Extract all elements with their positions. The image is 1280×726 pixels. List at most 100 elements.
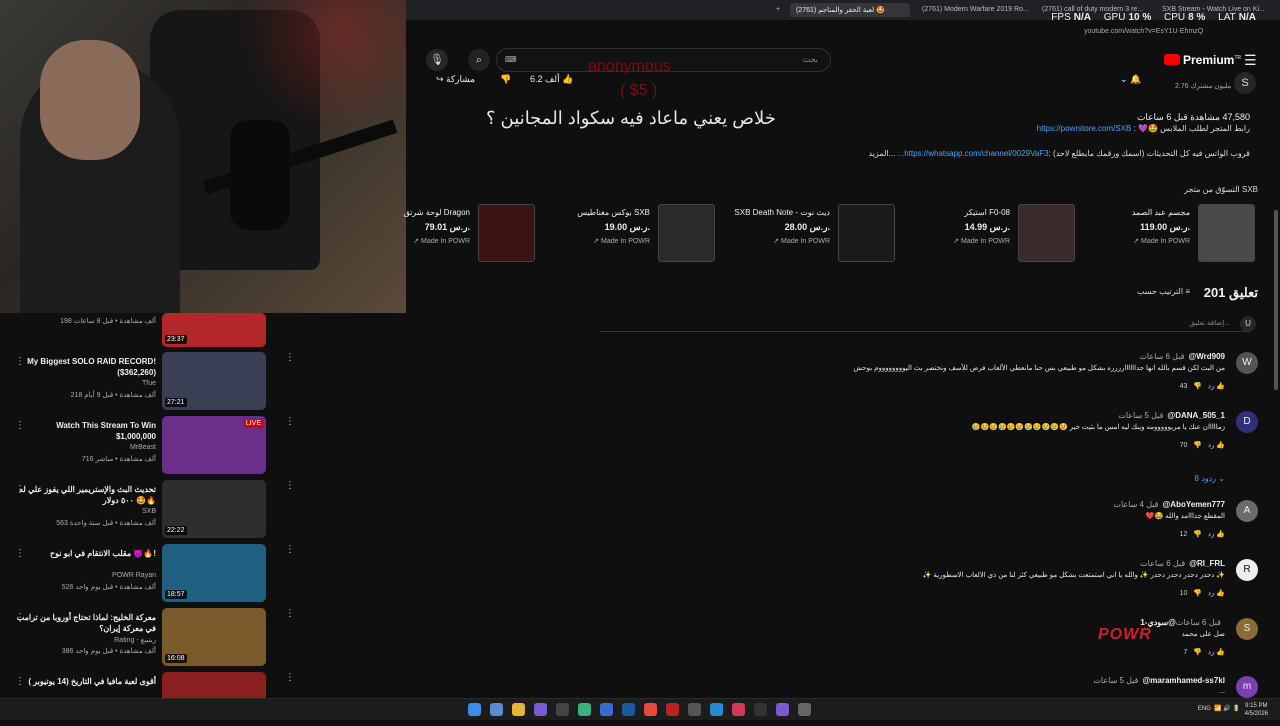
- capcut-icon[interactable]: [754, 703, 767, 716]
- desc-text-2: قروب الواتس فيه كل التحديثات (اسمك ورقمك…: [1048, 149, 1250, 158]
- video-views: 47,580 مشاهدة قبل 6 ساعات: [1136, 112, 1250, 122]
- video-duration: 16:08: [165, 654, 187, 663]
- more-options-icon[interactable]: ⋮: [15, 484, 25, 495]
- more-options-icon[interactable]: ⋮: [15, 612, 25, 623]
- fps-value: N/A: [1073, 12, 1091, 23]
- app-icon[interactable]: [578, 703, 591, 716]
- reply-button[interactable]: رد: [1208, 531, 1215, 538]
- store-link[interactable]: https://powrstore.com/SXB: [1037, 124, 1132, 133]
- video-meta: 218 ألف مشاهدة • قبل 9 أيام: [70, 392, 156, 399]
- comment-author[interactable]: قبل 5 ساعات @maramhamed-ss7kl: [1093, 676, 1225, 685]
- subscribe-dropdown[interactable]: ⌄ 🔔: [1120, 74, 1141, 90]
- more-options-icon[interactable]: ⋮: [15, 676, 25, 687]
- more-options-icon[interactable]: ⋮: [15, 356, 25, 367]
- app-icon[interactable]: [600, 703, 613, 716]
- avatar[interactable]: A: [1236, 500, 1258, 522]
- avatar[interactable]: D: [1236, 411, 1258, 433]
- app-icon[interactable]: [688, 703, 701, 716]
- keyboard-icon[interactable]: ⌨: [505, 55, 517, 64]
- reply-button[interactable]: رد: [1208, 383, 1215, 390]
- product-thumbnail: [658, 204, 715, 262]
- description-line-1: رابط المتجر لطلب الملابس 🤩💜 : https://po…: [1037, 124, 1250, 133]
- more-options-icon[interactable]: ⋮: [15, 548, 25, 559]
- comment-body: صل على محمد: [1181, 631, 1225, 638]
- terminal-icon[interactable]: [556, 703, 569, 716]
- comment-author[interactable]: قبل 5 ساعات @DANA_505_1: [1118, 411, 1225, 420]
- reply-button[interactable]: رد: [1208, 442, 1215, 449]
- add-comment-input[interactable]: إضافة تعليق...: [1189, 319, 1230, 327]
- avatar[interactable]: W: [1236, 352, 1258, 374]
- new-tab-button[interactable]: +: [770, 3, 786, 17]
- recommended-video[interactable]: 16:08 معركة الخليج: لماذا تحتاج أوروبا م…: [0, 608, 296, 668]
- product-thumbnail: [1198, 204, 1255, 262]
- more-options-icon[interactable]: ⋮: [285, 608, 295, 619]
- product-card[interactable]: استيكر F0-08 14.99 ر.س. ↗ Made In POWR: [900, 204, 1075, 262]
- product-card[interactable]: SXB Death Note - ديث نوت 28.00 ر.س. ↗ Ma…: [720, 204, 895, 262]
- settings-icon[interactable]: [798, 703, 811, 716]
- video-title: Watch This Stream To Win $1,000,000: [56, 421, 156, 441]
- recommended-video[interactable]: أقوى لعبة مافيا في التاريخ (14 يوتيوبر )…: [0, 672, 296, 698]
- sort-button[interactable]: الترتيب حسب ≡: [1137, 287, 1190, 296]
- comment-author[interactable]: قبل 6 ساعات@سودي-1: [1140, 618, 1225, 627]
- recommended-video[interactable]: 18:57 مقلب الانتقام في ابو نوح 😈🔥! POWR …: [0, 544, 296, 604]
- app-icon[interactable]: [732, 703, 745, 716]
- tab-mw2019[interactable]: (2761) Modern Warfare 2019 Ro...: [916, 3, 1036, 17]
- share-button[interactable]: ↪ مشاركة: [436, 74, 475, 90]
- more-options-icon[interactable]: ⋮: [285, 416, 295, 427]
- recommended-video[interactable]: 22:22 تحديث البث والإستريمير اللي يفوز ع…: [0, 480, 296, 540]
- more-options-icon[interactable]: ⋮: [15, 420, 25, 431]
- steam-icon[interactable]: [622, 703, 635, 716]
- edge-icon[interactable]: [710, 703, 723, 716]
- file-explorer-icon[interactable]: [512, 703, 525, 716]
- recommended-video[interactable]: 27:21 My Biggest SOLO RAID RECORD! ($362…: [0, 352, 296, 412]
- discord-icon[interactable]: [534, 703, 547, 716]
- dislike-button[interactable]: 👎: [500, 74, 511, 90]
- avatar[interactable]: R: [1236, 559, 1258, 581]
- reply-button[interactable]: رد: [1208, 649, 1215, 656]
- product-price: 19.00 ر.س.: [604, 222, 650, 232]
- share-label: مشاركة: [446, 74, 476, 84]
- video-duration: 27:21: [165, 398, 187, 407]
- comment-author[interactable]: قبل 6 ساعات @Wrd909: [1139, 352, 1225, 361]
- lat-label: LAT: [1218, 12, 1236, 23]
- opera-icon[interactable]: [666, 703, 679, 716]
- twitch-icon[interactable]: [776, 703, 789, 716]
- product-card[interactable]: بوكس مغناطيس SXB 19.00 ر.س. ↗ Made In PO…: [540, 204, 715, 262]
- channel-avatar[interactable]: S: [1234, 72, 1256, 94]
- product-card[interactable]: لوحة شرتق Dragon 79.01 ر.س. ↗ Made In PO…: [360, 204, 535, 262]
- video-title: أقوى لعبة مافيا في التاريخ (14 يوتيوبر ): [28, 677, 156, 686]
- search-icon[interactable]: ⌕: [468, 49, 490, 71]
- chrome-icon[interactable]: [644, 703, 657, 716]
- menu-icon[interactable]: ☰: [1244, 52, 1257, 69]
- scrollbar[interactable]: [1274, 210, 1278, 390]
- more-options-icon[interactable]: ⋮: [285, 544, 295, 555]
- clock-time: 9:15 PM: [1245, 703, 1268, 709]
- language-indicator[interactable]: ENG: [1198, 706, 1211, 712]
- avatar[interactable]: S: [1236, 618, 1258, 640]
- like-button[interactable]: 6.2 ألف 👍: [530, 74, 573, 90]
- more-options-icon[interactable]: ⋮: [285, 672, 295, 683]
- video-title: معركة الخليج: لماذا تحتاج أوروبا من ترام…: [16, 613, 156, 633]
- more-button[interactable]: ...المزيد: [869, 149, 896, 158]
- video-thumbnail: [162, 672, 266, 698]
- product-card[interactable]: مجسم عبد الصمد 119.00 ر.س. ↗ Made In POW…: [1080, 204, 1255, 262]
- start-icon[interactable]: [468, 703, 481, 716]
- whatsapp-link[interactable]: https://whatsapp.com/channel/0029VaF3...: [898, 149, 1049, 158]
- voice-search-icon[interactable]: 🎙: [426, 49, 448, 71]
- more-options-icon[interactable]: ⋮: [285, 352, 295, 363]
- comment-author[interactable]: قبل 4 ساعات @AboYemen777: [1113, 500, 1225, 509]
- copilot-icon[interactable]: [490, 703, 503, 716]
- reply-button[interactable]: رد: [1208, 590, 1215, 597]
- youtube-premium-logo[interactable]: PremiumTR: [1164, 53, 1241, 67]
- recommended-video[interactable]: LIVE Watch This Stream To Win $1,000,000…: [0, 416, 296, 476]
- comment-author[interactable]: قبل 6 ساعات @RI_FRL: [1140, 559, 1225, 568]
- address-bar[interactable]: youtube.com/watch?v=EsY1U-EhmzQ: [1084, 28, 1203, 35]
- avatar[interactable]: m: [1236, 676, 1258, 698]
- show-replies-button[interactable]: 8 ردود ⌄: [1195, 474, 1225, 483]
- recommended-video[interactable]: 23:37 198 ألف مشاهدة • قبل 8 ساعات: [0, 313, 296, 347]
- system-tray[interactable]: ENG 📶 🔊 🔋: [1198, 705, 1240, 712]
- more-options-icon[interactable]: ⋮: [285, 480, 295, 491]
- product-name: SXB Death Note - ديث نوت: [734, 208, 830, 217]
- clock[interactable]: 9:15 PM 4/5/2026: [1245, 702, 1268, 718]
- tab-active[interactable]: (2761) لعبة الحفر والمناجم 🤩: [790, 3, 910, 17]
